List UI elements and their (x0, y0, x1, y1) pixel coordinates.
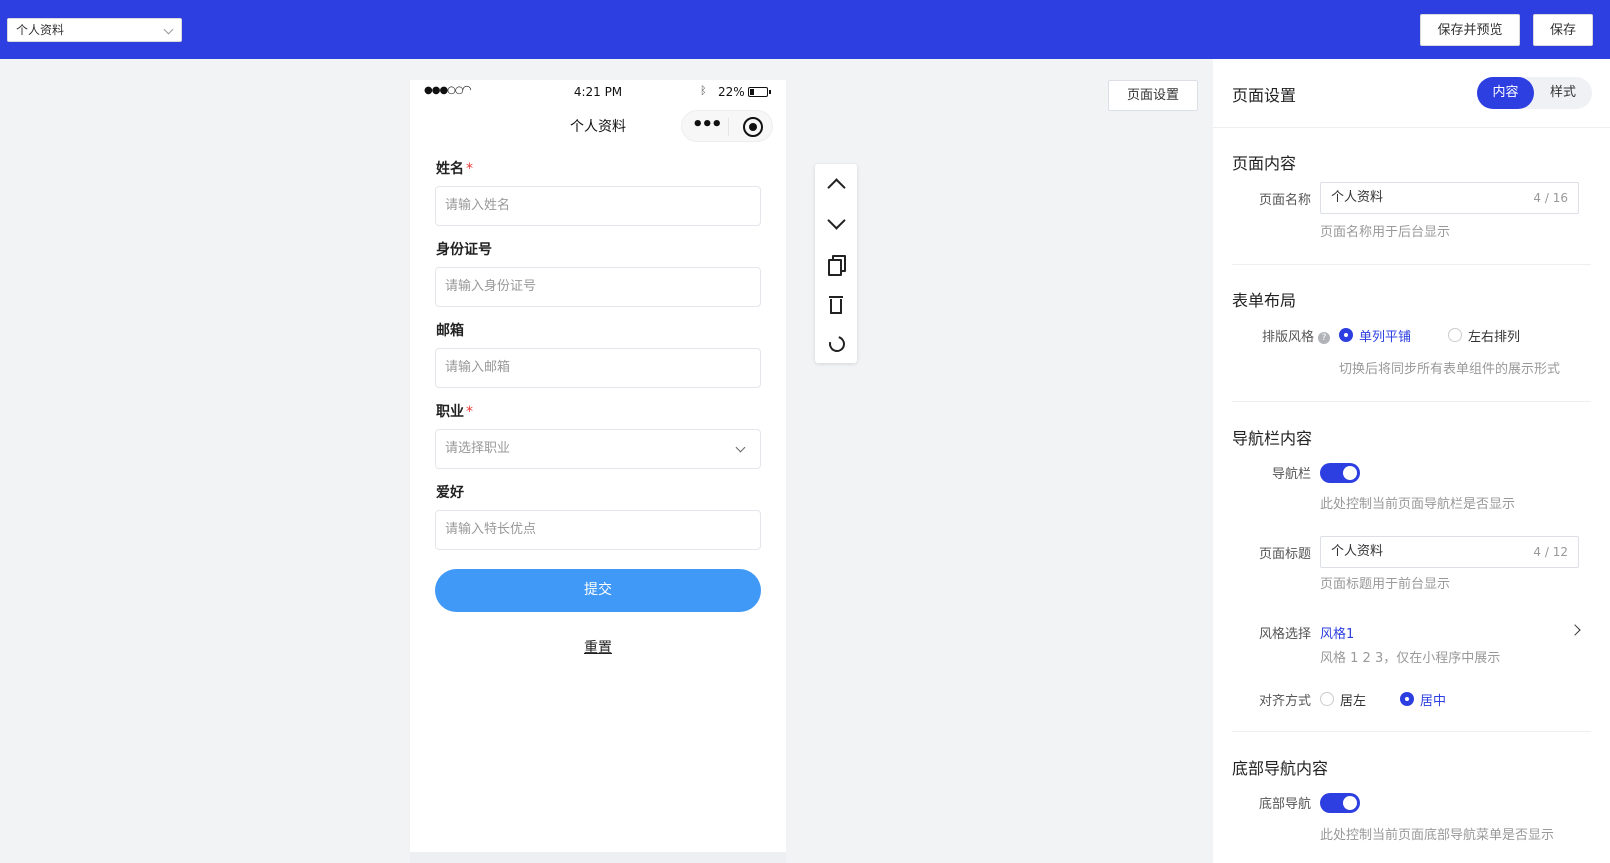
divider (1232, 401, 1591, 402)
radio-left-right-label[interactable]: 左右排列 (1468, 326, 1520, 345)
help-icon[interactable]: ? (1318, 332, 1330, 344)
chevron-down-icon (163, 24, 174, 35)
tab-style[interactable]: 样式 (1534, 77, 1592, 109)
section-title-navbar: 导航栏内容 (1232, 429, 1313, 448)
delete-icon[interactable] (815, 284, 857, 324)
align-label: 对齐方式 (1258, 694, 1311, 709)
field-label-hobby: 爱好 (436, 485, 464, 501)
style-select-value[interactable]: 风格1 (1320, 623, 1354, 642)
tab-content[interactable]: 内容 (1477, 77, 1534, 109)
page-title-label: 页面标题 (1258, 547, 1311, 562)
save-and-preview-button[interactable]: 保存并预览 (1420, 14, 1520, 46)
radio-align-left-label[interactable]: 居左 (1340, 690, 1366, 709)
more-icon[interactable]: ••• (692, 115, 722, 135)
divider (1213, 127, 1610, 128)
settings-panel: 页面设置 内容 样式 页面内容 页面名称 个人资料 4 / 16 页面名称用于后… (1213, 59, 1610, 863)
id-number-input[interactable]: 请输入身份证号 (435, 267, 761, 307)
move-down-icon[interactable] (815, 204, 857, 244)
layout-hint: 切换后将同步所有表单组件的展示形式 (1339, 362, 1561, 377)
page-name-label: 页面名称 (1258, 193, 1311, 208)
phone-preview: ●●●○○ ◠ 4:21 PM ᛒ 22% 个人资料 ••• 姓名 * 请输入姓名… (410, 80, 786, 863)
section-title-bottom-nav: 底部导航内容 (1232, 759, 1329, 778)
panel-title: 页面设置 (1232, 86, 1297, 105)
page-setting-button[interactable]: 页面设置 (1108, 80, 1198, 111)
radio-align-left[interactable] (1320, 692, 1334, 706)
field-label-email: 邮箱 (436, 323, 464, 339)
phone-navbar: 个人资料 ••• (410, 104, 786, 148)
occupation-placeholder: 请选择职业 (445, 441, 511, 456)
navbar-switch-label: 导航栏 (1271, 467, 1311, 482)
battery-percent: 22% (718, 85, 745, 99)
style-select-hint: 风格 1 2 3，仅在小程序中展示 (1320, 651, 1501, 666)
save-button[interactable]: 保存 (1533, 14, 1593, 46)
style-select-label: 风格选择 (1258, 627, 1311, 642)
battery-icon (748, 87, 771, 97)
move-up-icon[interactable] (815, 164, 857, 204)
page-name-hint: 页面名称用于后台显示 (1320, 225, 1451, 240)
page-name-count: 4 / 16 (1533, 191, 1568, 205)
hobby-input[interactable]: 请输入特长优点 (435, 510, 761, 550)
capsule-divider (728, 118, 729, 136)
top-bar: 个人资料 保存并预览 保存 (0, 0, 1610, 59)
panel-tabs: 内容 样式 (1477, 77, 1592, 109)
phone-bottom-strip (410, 852, 786, 863)
email-input[interactable]: 请输入邮箱 (435, 348, 761, 388)
divider (1232, 264, 1591, 265)
field-label-id-number: 身份证号 (436, 242, 492, 258)
submit-button[interactable]: 提交 (435, 569, 761, 612)
page-name-input[interactable]: 个人资料 4 / 16 (1320, 182, 1579, 214)
radio-left-right[interactable] (1448, 328, 1462, 342)
page-select-value: 个人资料 (16, 23, 65, 37)
page-name-value: 个人资料 (1331, 190, 1384, 205)
layout-style-label: 排版风格? (1232, 326, 1330, 345)
mini-program-capsule[interactable]: ••• (681, 110, 773, 142)
bottom-nav-switch[interactable] (1320, 793, 1360, 813)
component-toolbar (815, 164, 857, 363)
required-mark: * (466, 404, 473, 420)
navbar-switch[interactable] (1320, 463, 1360, 483)
page-title-value: 个人资料 (1331, 544, 1384, 559)
page-title-count: 4 / 12 (1533, 545, 1568, 559)
phone-status-bar: ●●●○○ ◠ 4:21 PM ᛒ 22% (410, 80, 786, 104)
field-label-name: 姓名 * (436, 161, 473, 177)
navbar-switch-hint: 此处控制当前页面导航栏是否显示 (1320, 497, 1516, 512)
radio-align-center[interactable] (1400, 692, 1414, 706)
chevron-down-icon (735, 442, 746, 453)
radio-single-column[interactable] (1339, 328, 1353, 342)
page-title-input[interactable]: 个人资料 4 / 12 (1320, 536, 1579, 568)
section-title-page-content: 页面内容 (1232, 154, 1297, 173)
chevron-right-icon[interactable] (1569, 624, 1581, 636)
bluetooth-icon: ᛒ (700, 84, 707, 97)
page-title-hint: 页面标题用于前台显示 (1320, 577, 1451, 592)
radio-single-column-label[interactable]: 单列平铺 (1359, 326, 1411, 345)
name-input[interactable]: 请输入姓名 (435, 186, 761, 226)
close-target-icon[interactable] (743, 117, 763, 137)
reset-button[interactable]: 重置 (410, 637, 786, 657)
radio-align-center-label[interactable]: 居中 (1420, 690, 1446, 709)
section-title-form-layout: 表单布局 (1232, 291, 1297, 310)
bottom-nav-switch-hint: 此处控制当前页面底部导航菜单是否显示 (1320, 828, 1555, 843)
field-label-occupation: 职业 * (436, 404, 473, 420)
divider (1232, 731, 1591, 732)
required-mark: * (466, 161, 473, 177)
reset-icon[interactable] (815, 324, 857, 364)
page-select[interactable]: 个人资料 (7, 18, 182, 42)
bottom-nav-switch-label: 底部导航 (1258, 797, 1311, 812)
occupation-select[interactable]: 请选择职业 (435, 429, 761, 469)
copy-icon[interactable] (815, 244, 857, 284)
